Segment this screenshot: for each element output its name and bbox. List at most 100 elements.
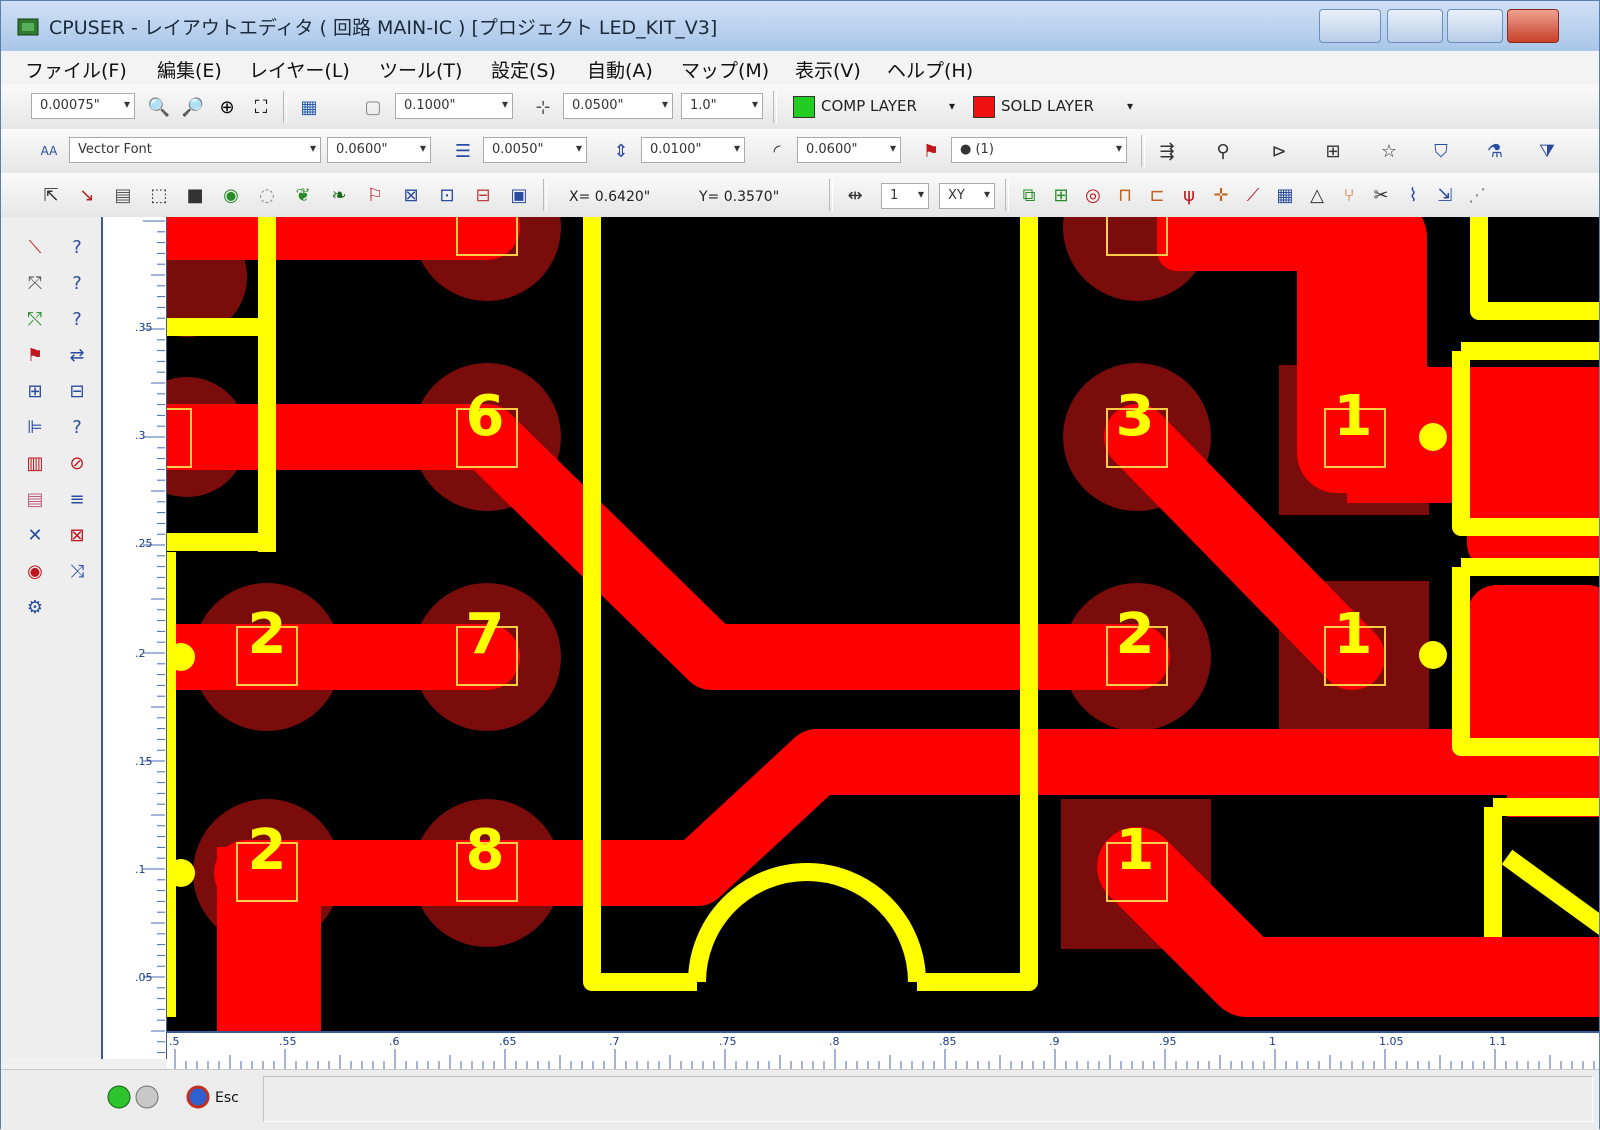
comp-layer-swatch[interactable] [793, 96, 815, 118]
ratsnest-icon[interactable]: ⊡ [433, 181, 461, 209]
more-icon[interactable]: ⋰ [1463, 181, 1491, 209]
minimize-button[interactable] [1319, 9, 1381, 43]
grid-icon[interactable]: ▢ [359, 93, 387, 121]
move-icon[interactable]: ⤧ [21, 269, 49, 297]
align-left-icon[interactable]: ⊫ [21, 413, 49, 441]
dimension-icon[interactable]: ⊏ [1143, 181, 1171, 209]
title-bar[interactable]: CPUSER - レイアウトエディタ ( 回路 MAIN-IC ) [プロジェク… [1, 1, 1599, 52]
lock-icon[interactable]: ⊓ [1111, 181, 1139, 209]
pad-type-icon[interactable]: ⚑ [917, 137, 945, 165]
zoom-fit-icon[interactable]: ⊕ [213, 93, 241, 121]
query-part-icon[interactable]: ? [63, 413, 91, 441]
axis-mode-combo[interactable]: XY [939, 183, 995, 209]
measure-icon[interactable]: ⇹ [841, 181, 869, 209]
arc-icon[interactable]: ◜ [763, 137, 791, 165]
via-place-icon[interactable]: ◉ [21, 557, 49, 585]
bus-icon[interactable]: ≡ [63, 485, 91, 513]
leaf-icon[interactable]: ❦ [289, 181, 317, 209]
probe-icon[interactable]: ⚗ [1481, 137, 1509, 165]
split-icon[interactable]: ⑂ [1335, 181, 1363, 209]
triangle-icon[interactable]: △ [1303, 181, 1331, 209]
junction-icon[interactable]: ⊠ [63, 521, 91, 549]
arc-size-combo[interactable]: 0.0600" [797, 137, 901, 163]
group-icon[interactable]: ⊞ [21, 377, 49, 405]
flag-icon[interactable]: ⚑ [21, 341, 49, 369]
highlight-icon[interactable]: ▤ [21, 485, 49, 513]
sold-layer-label[interactable]: SOLD LAYER [1001, 97, 1094, 115]
comp-layer-dropdown-icon[interactable]: ▾ [949, 99, 955, 113]
grid-toggle-icon[interactable]: ▦ [295, 93, 323, 121]
wire-icon[interactable]: ↘ [73, 181, 101, 209]
delete-icon[interactable]: ⊟ [469, 181, 497, 209]
line-width-icon[interactable]: ☰ [449, 137, 477, 165]
layer-stack-icon[interactable]: ⧉ [1015, 181, 1043, 209]
net-icon[interactable]: ⊞ [1319, 137, 1347, 165]
zoom-area-icon[interactable]: ⛶ [247, 93, 275, 121]
unit-count-combo[interactable]: 1 [881, 183, 929, 209]
cut-net-icon[interactable]: ⊘ [63, 449, 91, 477]
pad-type-combo[interactable]: ● (1) [951, 137, 1127, 163]
board-icon[interactable]: ⊞ [1047, 181, 1075, 209]
cross-icon[interactable]: ✕ [21, 521, 49, 549]
font-icon[interactable]: AA [35, 137, 63, 165]
library-icon[interactable]: ▣ [505, 181, 533, 209]
draw-line-icon[interactable]: ⟍ [21, 233, 49, 261]
fill-icon[interactable]: ■ [181, 181, 209, 209]
spacing-combo[interactable]: 0.0100" [641, 137, 745, 163]
menu-edit[interactable]: 編集(E) [157, 56, 222, 83]
clear-icon[interactable]: ◌ [253, 181, 281, 209]
mirror-icon[interactable]: ⟋ [1239, 181, 1267, 209]
escape-icon[interactable] [185, 1084, 211, 1110]
query-route-icon[interactable]: ? [63, 233, 91, 261]
pin-icon[interactable]: ⚐ [361, 181, 389, 209]
text-size-combo[interactable]: 0.0600" [327, 137, 431, 163]
close-button[interactable] [1507, 9, 1559, 43]
menu-file[interactable]: ファイル(F) [25, 56, 127, 83]
swap-icon[interactable]: ⇄ [63, 341, 91, 369]
spacing-icon[interactable]: ⇕ [607, 137, 635, 165]
comp-layer-label[interactable]: COMP LAYER [821, 97, 917, 115]
zoom-out-icon[interactable]: 🔎 [179, 93, 207, 121]
menu-help[interactable]: ヘルプ(H) [887, 56, 973, 83]
stamp-icon[interactable]: ⛉ [1427, 137, 1455, 165]
star-icon[interactable]: ☆ [1375, 137, 1403, 165]
paint-icon[interactable]: ⌇ [1399, 181, 1427, 209]
crosshair-icon[interactable]: ✛ [1207, 181, 1235, 209]
sold-layer-swatch[interactable] [973, 96, 995, 118]
maximize-button[interactable] [1387, 9, 1443, 43]
menu-layer[interactable]: レイヤー(L) [249, 56, 350, 83]
zoom-in-icon[interactable]: 🔍 [145, 93, 173, 121]
pcb-canvas[interactable]: 6 7 8 2 2 3 2 1 1 1 [167, 217, 1599, 1031]
zoom-step-combo[interactable]: 0.00075" [31, 93, 135, 119]
copper-pour-icon[interactable]: ◉ [217, 181, 245, 209]
antenna-icon[interactable]: ψ [1175, 181, 1203, 209]
query-pad-icon[interactable]: ? [63, 269, 91, 297]
via-icon[interactable]: ⚲ [1209, 137, 1237, 165]
menu-view[interactable]: 表示(V) [795, 56, 861, 83]
snap-icon[interactable]: ⊹ [529, 93, 557, 121]
select-icon[interactable]: ⇱ [37, 181, 65, 209]
flip-icon[interactable]: ⤨ [63, 557, 91, 585]
pcb-board[interactable]: 6 7 8 2 2 3 2 1 1 1 [167, 217, 1599, 1031]
scale-combo[interactable]: 1.0" [681, 93, 763, 119]
query-net-icon[interactable]: ? [63, 305, 91, 333]
target-icon[interactable]: ◎ [1079, 181, 1107, 209]
drc-icon[interactable]: ⊠ [397, 181, 425, 209]
grid-size-combo[interactable]: 0.1000" [395, 93, 513, 119]
snap-size-combo[interactable]: 0.0500" [563, 93, 673, 119]
align-icon[interactable]: ⇶ [1153, 137, 1181, 165]
line-width-combo[interactable]: 0.0050" [483, 137, 587, 163]
export-icon[interactable]: ⇲ [1431, 181, 1459, 209]
restore-button[interactable] [1447, 9, 1503, 43]
box-select-icon[interactable]: ⬚ [145, 181, 173, 209]
save-icon[interactable]: ▤ [109, 181, 137, 209]
route-icon[interactable]: ⊳ [1265, 137, 1293, 165]
erase-icon[interactable]: ▥ [21, 449, 49, 477]
wrench-icon[interactable]: ⚙ [21, 593, 49, 621]
component-icon[interactable]: ❧ [325, 181, 353, 209]
menu-auto[interactable]: 自動(A) [587, 56, 653, 83]
ungroup-icon[interactable]: ⊟ [63, 377, 91, 405]
rotate-icon[interactable]: ⤲ [21, 305, 49, 333]
menu-map[interactable]: マップ(M) [681, 56, 769, 83]
table-icon[interactable]: ▦ [1271, 181, 1299, 209]
